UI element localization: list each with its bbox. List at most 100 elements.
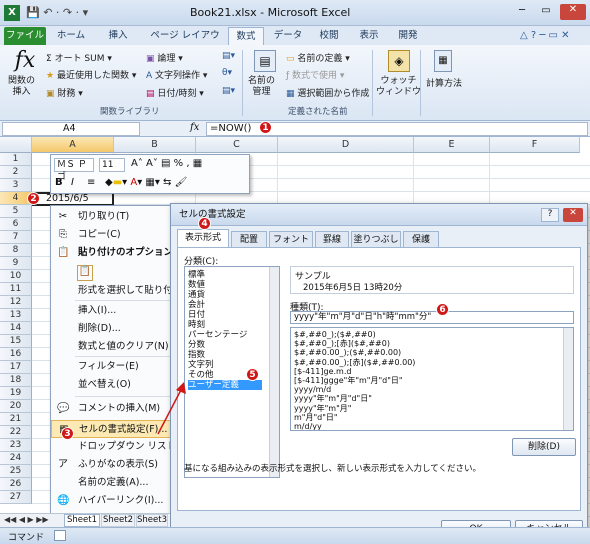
context-menu-item[interactable]: ⎘ コピー(C): [51, 226, 184, 244]
create-from-selection-button[interactable]: ▦ 選択範囲から作成: [286, 86, 369, 99]
tab-border[interactable]: 罫線: [315, 231, 349, 247]
context-menu-item[interactable]: 名前の定義(A)...: [51, 474, 184, 492]
row-header[interactable]: 6: [0, 218, 32, 231]
category-item[interactable]: 分数: [188, 340, 205, 350]
tab-font[interactable]: フォント: [269, 231, 313, 247]
row-header[interactable]: 9: [0, 257, 32, 270]
minimize-icon[interactable]: ─: [511, 5, 533, 20]
row-header[interactable]: 24: [0, 452, 32, 465]
italic-button[interactable]: I: [71, 177, 74, 188]
scrollbar[interactable]: [563, 328, 573, 430]
sheet-tab[interactable]: Sheet3: [136, 514, 168, 527]
dialog-close-icon[interactable]: ✕: [563, 208, 583, 222]
row-header[interactable]: 27: [0, 491, 32, 504]
row-header[interactable]: 2: [0, 166, 32, 179]
column-header[interactable]: F: [490, 137, 580, 153]
recent-functions-button[interactable]: ★ 最近使用した関数 ▾: [46, 68, 136, 81]
align-center-button[interactable]: ≡: [87, 177, 95, 188]
row-header[interactable]: 12: [0, 296, 32, 309]
context-menu-item[interactable]: 🌐 ハイパーリンク(I)...: [51, 492, 184, 510]
restore-icon[interactable]: ▭: [535, 5, 557, 20]
tab-data[interactable]: データ: [270, 27, 306, 45]
row-header[interactable]: 10: [0, 270, 32, 283]
tab-formulas[interactable]: 数式: [228, 27, 264, 45]
tab-insert[interactable]: 挿入: [100, 27, 136, 45]
insert-function-button[interactable]: 関数の 挿入: [8, 76, 35, 98]
sheet-tab[interactable]: Sheet1: [64, 514, 100, 527]
category-item[interactable]: 文字列: [188, 360, 214, 370]
type-input[interactable]: yyyy"年"m"月"d"日"h"時"mm"分": [290, 311, 574, 324]
tab-protection[interactable]: 保護: [403, 231, 439, 247]
row-header[interactable]: 8: [0, 244, 32, 257]
tab-developer[interactable]: 開発: [393, 27, 423, 45]
context-menu-item[interactable]: アふりがなの表示(S): [51, 456, 184, 474]
row-header[interactable]: 23: [0, 439, 32, 452]
logical-button[interactable]: ▣ 論理 ▾: [146, 51, 183, 64]
context-menu-item[interactable]: 数式と値のクリア(N): [51, 338, 184, 356]
row-header[interactable]: 20: [0, 400, 32, 413]
context-menu-item[interactable]: 挿入(I)...: [51, 302, 184, 320]
active-cell-a4[interactable]: 2015/6/5: [32, 192, 114, 206]
more-functions-button[interactable]: ▤▾: [222, 86, 235, 96]
calculation-options-button[interactable]: 計算方法: [426, 76, 462, 89]
math-button[interactable]: θ▾: [222, 68, 232, 78]
column-header[interactable]: E: [414, 137, 490, 153]
text-button[interactable]: A 文字列操作 ▾: [146, 68, 207, 81]
row-header[interactable]: 11: [0, 283, 32, 296]
row-header[interactable]: 26: [0, 478, 32, 491]
fill-color-icon[interactable]: ◆▬▾ A▾ ▦▾ ⇆ 🖌: [105, 177, 187, 188]
category-item[interactable]: 数値: [188, 280, 205, 290]
row-header[interactable]: 13: [0, 309, 32, 322]
macro-record-icon[interactable]: [54, 530, 66, 541]
tab-fill[interactable]: 塗りつぶし: [351, 231, 401, 247]
tab-page-layout[interactable]: ページ レイアウト: [146, 27, 224, 59]
tab-view[interactable]: 表示: [354, 27, 384, 45]
scrollbar[interactable]: [269, 267, 279, 477]
category-item[interactable]: 時刻: [188, 320, 205, 330]
sheet-nav-icon[interactable]: ◀◀ ◀ ▶ ▶▶: [4, 515, 49, 524]
lookup-button[interactable]: ▤▾: [222, 51, 235, 61]
fx-icon[interactable]: fx: [190, 122, 199, 133]
context-menu-item[interactable]: フィルター(E): [51, 358, 184, 376]
category-item[interactable]: ユーザー定義: [188, 380, 262, 390]
category-item[interactable]: 通貨: [188, 290, 205, 300]
row-header[interactable]: 7: [0, 231, 32, 244]
format-item[interactable]: m/d/yy: [294, 422, 322, 430]
delete-button[interactable]: 削除(D): [512, 438, 576, 456]
tab-review[interactable]: 校閲: [314, 27, 344, 45]
select-all-corner[interactable]: [0, 137, 32, 153]
row-header[interactable]: 14: [0, 322, 32, 335]
context-menu-item[interactable]: ドロップダウン リストから選択(K)...: [51, 438, 184, 456]
category-item[interactable]: パーセンテージ: [188, 330, 247, 340]
name-box[interactable]: A4: [2, 122, 140, 136]
row-header[interactable]: 18: [0, 374, 32, 387]
column-header[interactable]: B: [114, 137, 196, 153]
tab-number[interactable]: 表示形式: [177, 229, 229, 248]
help-icon[interactable]: ?: [541, 208, 559, 222]
context-menu-item[interactable]: ✂ 切り取り(T): [51, 208, 184, 226]
bold-button[interactable]: B: [55, 177, 63, 188]
row-header[interactable]: 22: [0, 426, 32, 439]
category-item[interactable]: 標準: [188, 270, 205, 280]
category-item[interactable]: その他: [188, 370, 214, 380]
financial-button[interactable]: ▣ 財務 ▾: [46, 86, 83, 99]
category-item[interactable]: 会計: [188, 300, 205, 310]
row-header[interactable]: 16: [0, 348, 32, 361]
column-header[interactable]: A: [32, 137, 114, 153]
close-icon[interactable]: ✕: [560, 4, 586, 20]
font-name-box[interactable]: ＭＳ Ｐゴ: [54, 158, 94, 182]
use-in-formula-button[interactable]: ƒ 数式で使用 ▾: [286, 68, 344, 81]
row-header[interactable]: 19: [0, 387, 32, 400]
format-list[interactable]: $#,##0_);($#,##0) $#,##0_);[赤]($#,##0) $#,…: [290, 327, 574, 431]
row-header[interactable]: 21: [0, 413, 32, 426]
row-header[interactable]: 25: [0, 465, 32, 478]
context-menu-item[interactable]: 削除(D)...: [51, 320, 184, 338]
font-grow-icon[interactable]: A˄ A˅ ▤ % , ▦: [131, 158, 202, 169]
column-header[interactable]: C: [196, 137, 278, 153]
ribbon-controls-icon[interactable]: △ ? ─ ▭ ✕: [520, 30, 570, 41]
category-item[interactable]: 日付: [188, 310, 205, 320]
watch-window-button[interactable]: ウォッチ ウィンドウ: [376, 76, 421, 98]
name-manager-button[interactable]: 名前の 管理: [248, 76, 275, 98]
tab-home[interactable]: ホーム: [52, 27, 90, 45]
category-list[interactable]: 標準 数値 通貨 会計 日付 時刻 パーセンテージ 分数 指数 文字列 その他 ユーザー定義: [184, 266, 280, 478]
